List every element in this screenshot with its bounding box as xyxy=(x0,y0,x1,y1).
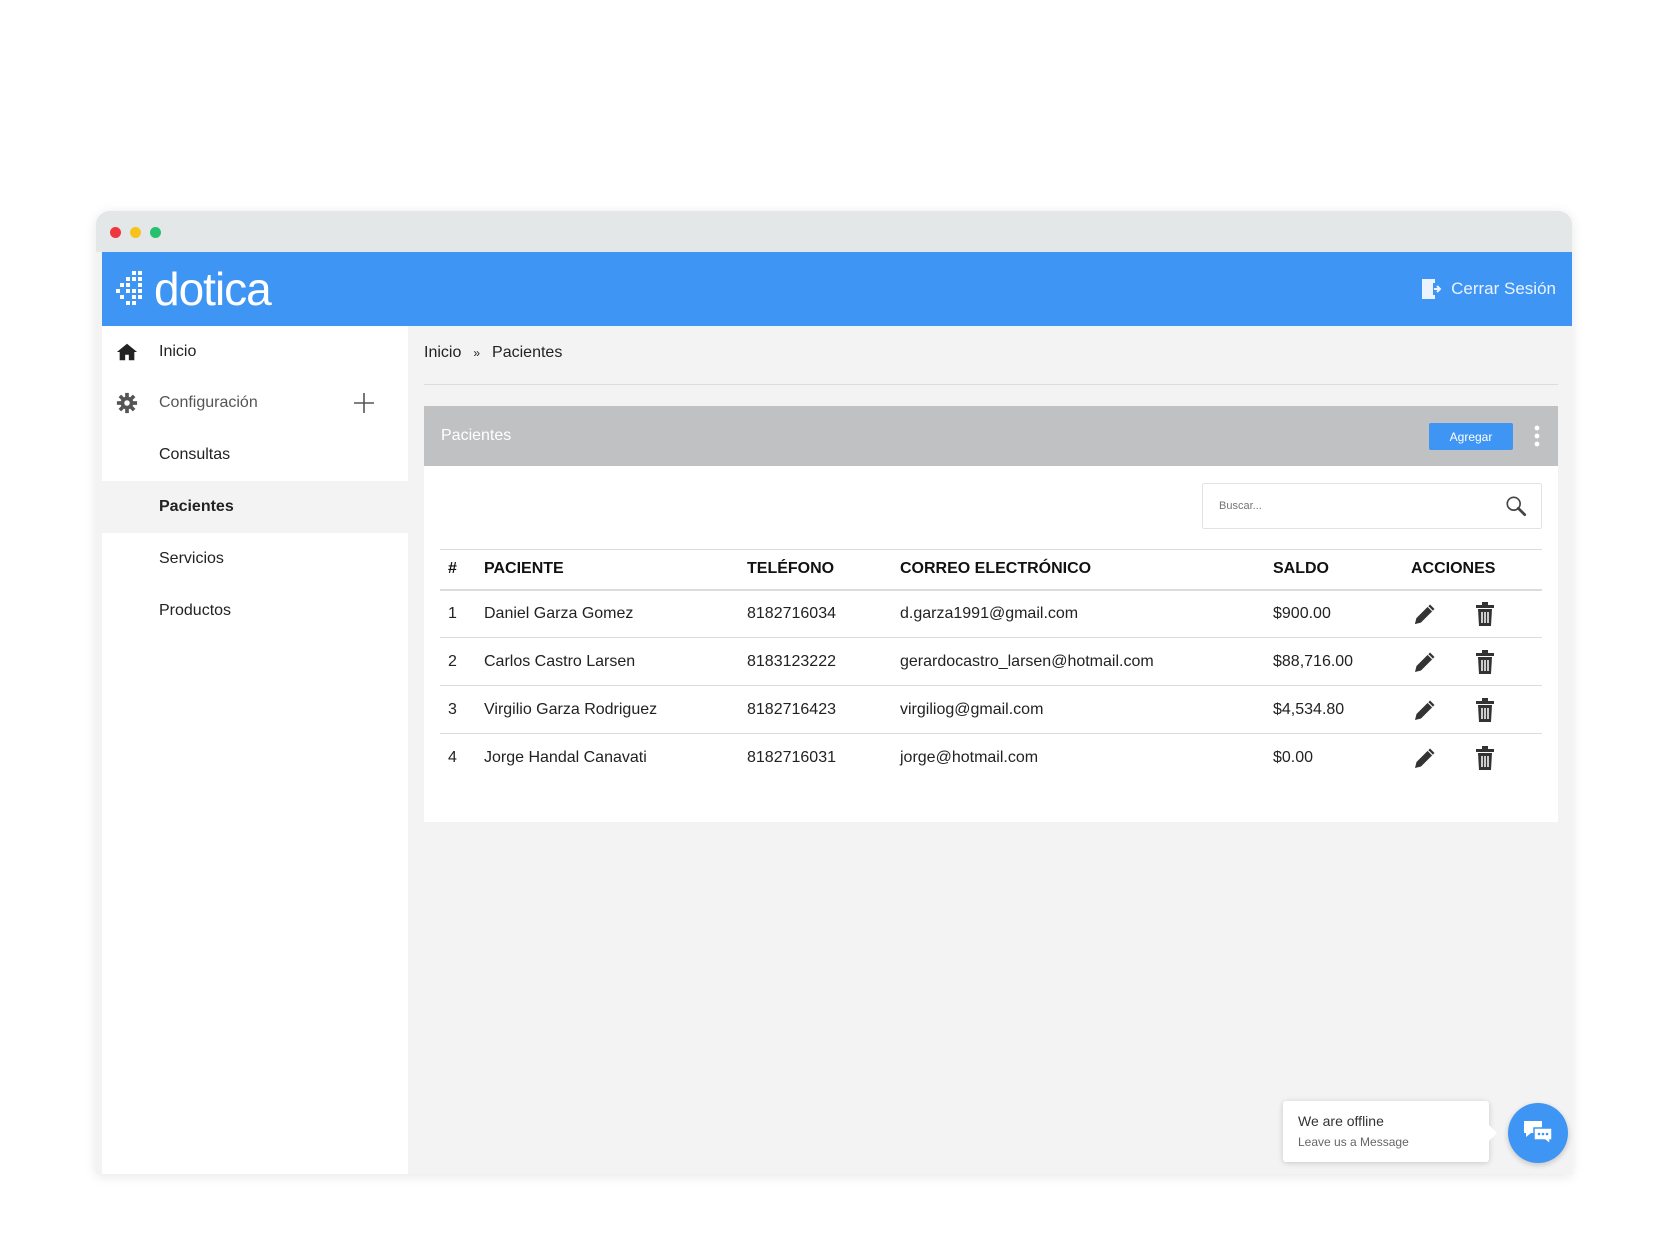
cell-saldo: $900.00 xyxy=(1273,589,1411,638)
top-navbar: dotica Cerrar Sesión xyxy=(102,252,1572,326)
cell-patient-name: Daniel Garza Gomez xyxy=(484,589,747,638)
logout-label: Cerrar Sesión xyxy=(1451,279,1556,298)
sidebar-item-label: Productos xyxy=(159,602,232,619)
cell-email: d.garza1991@gmail.com xyxy=(900,589,1273,638)
sidebar-item-consultas[interactable]: Consultas xyxy=(102,429,408,481)
search-box xyxy=(1202,483,1542,529)
trash-icon[interactable] xyxy=(1471,600,1499,628)
sidebar-item-productos[interactable]: Productos xyxy=(102,585,408,637)
edit-pencil-icon[interactable] xyxy=(1411,744,1439,772)
panel-header: Pacientes Agregar xyxy=(424,406,1558,466)
logout-icon xyxy=(1422,279,1442,299)
sidebar-item-label: Inicio xyxy=(159,343,197,360)
sidebar-item-label: Pacientes xyxy=(159,498,234,515)
edit-pencil-icon[interactable] xyxy=(1411,600,1439,628)
chat-offline-bubble[interactable]: We are offline Leave us a Message xyxy=(1283,1101,1497,1162)
column-header-telefono: TELÉFONO xyxy=(747,549,900,591)
more-options-icon[interactable] xyxy=(1530,424,1544,448)
patients-panel: Pacientes Agregar # PACIENTE xyxy=(424,406,1558,822)
cell-saldo: $88,716.00 xyxy=(1273,637,1411,686)
breadcrumb-item-pacientes: Pacientes xyxy=(492,344,563,361)
cell-number: 4 xyxy=(448,748,457,766)
column-header-paciente: PACIENTE xyxy=(484,549,747,591)
cell-phone: 8182716034 xyxy=(747,589,900,638)
sidebar-item-servicios[interactable]: Servicios xyxy=(102,533,408,585)
sidebar-item-inicio[interactable]: Inicio xyxy=(102,326,408,378)
cell-email: jorge@hotmail.com xyxy=(900,748,1039,766)
cell-actions xyxy=(1411,685,1542,734)
trash-icon[interactable] xyxy=(1471,648,1499,676)
cell-patient-name: Jorge Handal Canavati xyxy=(484,748,647,766)
patients-table: # PACIENTE TELÉFONO CORREO ELECTRÓNICO S… xyxy=(440,549,1542,782)
logout-button[interactable]: Cerrar Sesión xyxy=(1419,252,1556,326)
cell-patient-name: Virgilio Garza Rodriguez xyxy=(484,685,747,734)
search-input[interactable] xyxy=(1203,484,1493,528)
trash-icon[interactable] xyxy=(1471,696,1499,724)
window-close-dot[interactable] xyxy=(110,227,121,238)
cell-patient-name: Carlos Castro Larsen xyxy=(484,637,747,686)
breadcrumb: Inicio » Pacientes xyxy=(424,344,562,362)
cell-saldo: $0.00 xyxy=(1273,748,1314,766)
cell-number: 1 xyxy=(440,589,484,638)
panel-title: Pacientes xyxy=(441,427,512,444)
cell-actions xyxy=(1411,589,1542,638)
main-content: Inicio » Pacientes Pacientes Agregar Bus… xyxy=(408,326,1572,1174)
table-row[interactable]: 1 Daniel Garza Gomez 8182716034 d.garza1… xyxy=(440,589,1542,638)
sidebar-item-label: Servicios xyxy=(159,550,224,567)
sidebar-item-label: Consultas xyxy=(159,446,231,463)
window-minimize-dot[interactable] xyxy=(130,227,141,238)
chat-cta-text: Leave us a Message xyxy=(1298,1135,1409,1149)
logo-text: dotica xyxy=(154,263,272,315)
gear-icon xyxy=(116,392,138,414)
edit-pencil-icon[interactable] xyxy=(1411,648,1439,676)
column-header-correo: CORREO ELECTRÓNICO xyxy=(900,549,1273,591)
edit-pencil-icon[interactable] xyxy=(1411,696,1439,724)
add-patient-button[interactable]: Agregar xyxy=(1429,423,1513,450)
window-maximize-dot[interactable] xyxy=(150,227,161,238)
sidebar: Inicio Configuración Consultas Pacientes… xyxy=(102,326,408,1174)
chat-launcher-button[interactable] xyxy=(1508,1103,1568,1163)
breadcrumb-item-inicio[interactable]: Inicio xyxy=(424,344,461,362)
sidebar-item-configuracion[interactable]: Configuración xyxy=(102,377,408,429)
cell-email: virgiliog@gmail.com xyxy=(900,685,1273,734)
breadcrumb-divider xyxy=(424,384,1558,385)
home-icon xyxy=(116,343,138,361)
table-row[interactable]: 3 Virgilio Garza Rodriguez 8182716423 vi… xyxy=(440,685,1542,734)
table-row[interactable]: 4 Jorge Handal Canavati 8182716031 jorge… xyxy=(440,734,1542,782)
cell-actions xyxy=(1411,734,1542,782)
logo-mark-icon xyxy=(116,271,142,305)
cell-saldo: $4,534.80 xyxy=(1273,685,1411,734)
cell-email: gerardocastro_larsen@hotmail.com xyxy=(900,637,1273,686)
browser-window: dotica Cerrar Sesión Inicio Configuració… xyxy=(96,211,1572,1174)
cell-number: 2 xyxy=(440,637,484,686)
table-header-row: # PACIENTE TELÉFONO CORREO ELECTRÓNICO S… xyxy=(440,549,1542,591)
column-header-acciones: ACCIONES xyxy=(1411,549,1542,591)
trash-icon[interactable] xyxy=(1471,744,1499,772)
cell-number: 3 xyxy=(440,685,484,734)
search-icon[interactable] xyxy=(1505,495,1527,517)
sidebar-item-pacientes[interactable]: Pacientes xyxy=(102,481,408,533)
table-row[interactable]: 2 Carlos Castro Larsen 8183123222 gerard… xyxy=(440,637,1542,686)
app-logo[interactable]: dotica xyxy=(116,263,272,315)
window-titlebar xyxy=(96,211,1572,252)
plus-icon[interactable] xyxy=(352,391,376,415)
column-header-saldo: SALDO xyxy=(1273,549,1411,591)
cell-actions xyxy=(1411,637,1542,686)
sidebar-item-label: Configuración xyxy=(159,394,258,411)
column-header-number: # xyxy=(440,549,484,591)
chat-status-text: We are offline xyxy=(1298,1113,1384,1129)
cell-phone: 8182716423 xyxy=(747,685,900,734)
cell-phone: 8183123222 xyxy=(747,637,900,686)
breadcrumb-separator: » xyxy=(473,346,481,360)
cell-phone: 8182716031 xyxy=(747,748,836,766)
chat-bubbles-icon xyxy=(1524,1121,1553,1146)
